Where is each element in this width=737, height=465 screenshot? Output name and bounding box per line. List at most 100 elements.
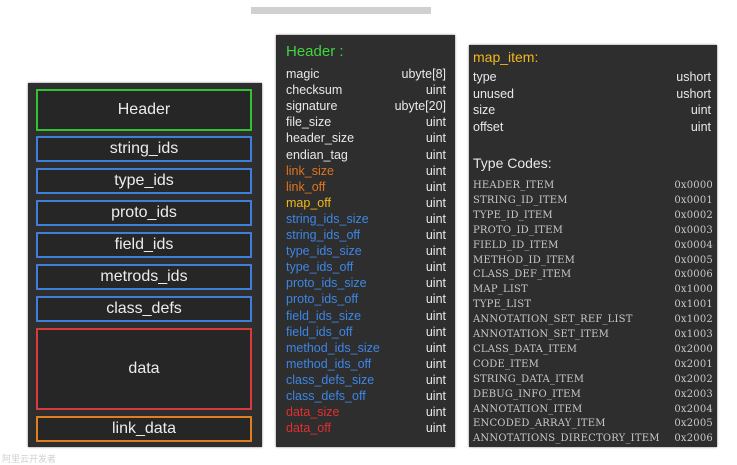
type-code-value: 0x0003 (674, 224, 713, 236)
header-field-type: uint (425, 131, 446, 146)
header-field-name: magic (286, 67, 320, 81)
header-field-row: string_ids_size uint (286, 211, 446, 227)
block-data-label: data (128, 360, 160, 377)
block-string-ids-label: string_ids (109, 140, 179, 157)
type-code-value: 0x1001 (674, 299, 713, 311)
type-code-name: ANNOTATION_SET_ITEM (473, 329, 610, 340)
type-code-row: CODE_ITEM 0x2001 (473, 357, 713, 372)
header-field-type: uint (425, 260, 446, 275)
map-item-field-type: uint (690, 119, 711, 134)
header-field-type: uint (425, 228, 446, 242)
type-code-row: TYPE_LIST 0x1001 (473, 297, 713, 312)
type-code-row: HEADER_ITEM 0x0000 (473, 178, 713, 193)
type-code-row: DEBUG_INFO_ITEM 0x2003 (473, 387, 713, 402)
header-field-name: header_size (286, 131, 355, 146)
header-field-name: signature (286, 99, 338, 114)
block-metrods-ids-label: metrods_ids (100, 268, 188, 285)
header-field-type: uint (425, 211, 446, 226)
type-code-value: 0x2006 (674, 433, 713, 445)
header-field-type: uint (425, 421, 446, 436)
type-code-name: PROTO_ID_ITEM (473, 224, 564, 236)
header-field-type: uint (425, 356, 446, 371)
header-field-type: uint (425, 244, 446, 259)
block-type-ids-label: type_ids (114, 172, 174, 189)
map-item-title: map_item: (473, 49, 539, 65)
map-item-field-row: unused ushort (473, 86, 711, 102)
type-code-value: 0x0006 (674, 269, 713, 281)
type-code-name: STRING_DATA_ITEM (473, 373, 585, 385)
header-field-row: signature ubyte[20] (286, 98, 446, 114)
header-field-name: string_ids_off (286, 228, 361, 242)
type-code-row: ANNOTATION_SET_REF_LIST 0x1002 (473, 312, 713, 327)
block-type-ids: type_ids (36, 168, 252, 194)
header-field-name: proto_ids_off (286, 292, 359, 307)
type-code-row: STRING_DATA_ITEM 0x2002 (473, 372, 713, 387)
header-field-type: uint (425, 372, 446, 387)
header-field-name: map_off (286, 195, 331, 210)
type-code-name: TYPE_LIST (473, 299, 532, 311)
header-field-row: method_ids_size uint (286, 340, 446, 356)
map-item-field-name: size (473, 103, 496, 117)
type-code-value: 0x2005 (674, 418, 713, 430)
header-field-row: magic ubyte[8] (286, 66, 446, 82)
header-field-row: header_size uint (286, 130, 446, 146)
type-code-row: METHOD_ID_ITEM 0x0005 (473, 253, 713, 268)
header-field-type: uint (425, 292, 446, 307)
header-field-name: field_ids_off (286, 324, 353, 339)
type-code-value: 0x0001 (674, 194, 713, 206)
header-field-row: class_defs_size uint (286, 372, 446, 388)
type-code-value: 0x0005 (674, 254, 713, 266)
type-code-name: FIELD_ID_ITEM (473, 239, 559, 251)
header-field-type: uint (425, 179, 446, 194)
header-field-type: uint (425, 308, 446, 323)
header-field-row: field_ids_off uint (286, 324, 446, 340)
type-code-name: CLASS_DATA_ITEM (473, 343, 578, 355)
header-field-row: class_defs_off uint (286, 388, 446, 404)
type-code-name: ANNOTATIONS_DIRECTORY_ITEM (473, 433, 660, 445)
type-code-value: 0x0004 (674, 239, 713, 251)
map-item-field-row: size uint (473, 102, 711, 118)
block-header-label: Header (117, 101, 171, 118)
map-item-field-name: unused (473, 86, 515, 101)
type-code-value: 0x1002 (674, 314, 713, 326)
header-field-type: uint (425, 115, 446, 130)
header-panel-title: Header : (286, 43, 344, 60)
map-item-field-type: ushort (676, 86, 711, 101)
header-field-name: type_ids_size (286, 244, 362, 259)
type-code-name: STRING_ID_ITEM (473, 194, 568, 206)
type-code-row: ANNOTATIONS_DIRECTORY_ITEM 0x2006 (473, 431, 713, 446)
header-field-type: uint (425, 147, 446, 162)
type-code-name: ENCODED_ARRAY_ITEM (473, 418, 606, 430)
block-data: data (36, 328, 252, 410)
map-item-field-row: type ushort (473, 69, 711, 85)
header-field-name: proto_ids_size (286, 276, 367, 291)
block-proto-ids-label: proto_ids (111, 204, 177, 221)
header-field-name: file_size (286, 115, 332, 130)
map-item-panel: map_item: type ushort unused ushort size uint… (469, 45, 717, 447)
type-code-row: MAP_LIST 0x1000 (473, 282, 713, 297)
header-field-name: data_off (286, 421, 331, 436)
header-field-type: ubyte[8] (401, 67, 446, 81)
header-field-row: checksum uint (286, 82, 446, 98)
type-code-value: 0x2004 (674, 403, 713, 415)
header-field-row: method_ids_off uint (286, 356, 446, 372)
header-field-row: link_size uint (286, 163, 446, 179)
map-item-field-type: ushort (676, 70, 711, 84)
type-code-row: STRING_ID_ITEM 0x0001 (473, 193, 713, 208)
type-code-value: 0x2002 (674, 373, 713, 385)
header-field-type: uint (425, 163, 446, 178)
header-field-name: string_ids_size (286, 211, 369, 226)
header-field-name: class_defs_size (286, 372, 375, 387)
type-code-name: CLASS_DEF_ITEM (473, 269, 572, 281)
block-link-data-label: link_data (111, 420, 177, 437)
type-code-row: ANNOTATION_SET_ITEM 0x1003 (473, 327, 713, 342)
block-class-defs: class_defs (36, 296, 252, 322)
header-field-name: endian_tag (286, 147, 348, 162)
block-string-ids: string_ids (36, 136, 252, 162)
header-field-type: uint (425, 405, 446, 420)
header-field-row: type_ids_size uint (286, 243, 446, 259)
type-code-row: PROTO_ID_ITEM 0x0003 (473, 223, 713, 238)
type-code-row: CLASS_DATA_ITEM 0x2000 (473, 342, 713, 357)
type-code-row: CLASS_DEF_ITEM 0x0006 (473, 267, 713, 282)
header-field-row: data_size uint (286, 404, 446, 420)
